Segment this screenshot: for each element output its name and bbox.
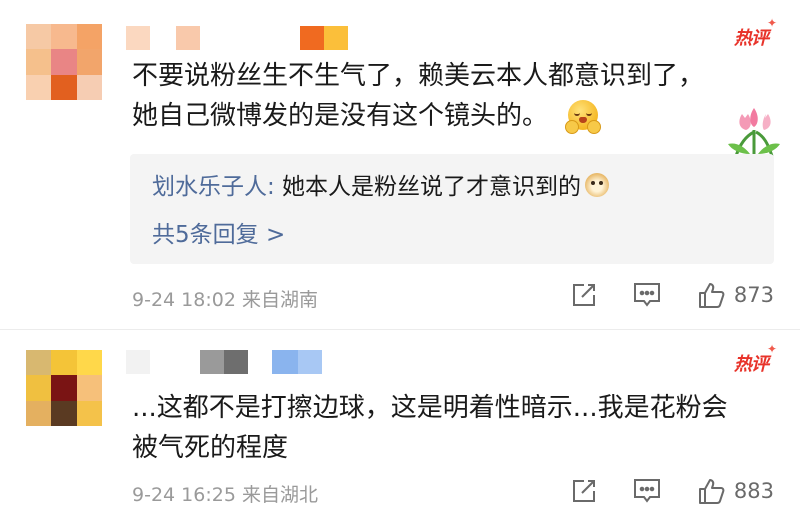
- thumbs-up-icon: [698, 283, 725, 308]
- comment-location: 来自湖北: [241, 484, 318, 506]
- sparkle-icon: ✦: [766, 342, 777, 356]
- reply-text: 划水乐子人: 她本人是粉丝说了才意识到的: [152, 170, 610, 204]
- comment-icon: [633, 283, 660, 307]
- comment-item: 热评 ✦ ...这都不是打擦边球，这是明着性暗示...我是花粉会 被气死的程度 9…: [0, 330, 800, 511]
- share-icon: [572, 480, 595, 502]
- comment-text: 不要说粉丝生不生气了，赖美云本人都意识到了， 她自己微博发的是没有这个镜头的。: [132, 56, 772, 136]
- comment-text: ...这都不是打擦边球，这是明着性暗示...我是花粉会 被气死的程度: [132, 388, 772, 468]
- doge-emoji-icon: [585, 173, 610, 197]
- view-replies-link[interactable]: 共5条回复 >: [152, 218, 285, 252]
- comment-text-line: ...这都不是打擦边球，这是明着性暗示...我是花粉会: [132, 393, 728, 423]
- reply-preview[interactable]: 划水乐子人: 她本人是粉丝说了才意识到的 共5条回复 >: [130, 154, 774, 264]
- avatar[interactable]: [26, 350, 102, 426]
- username[interactable]: [126, 26, 348, 50]
- comment-meta: 9-24 18:02 来自湖南: [132, 285, 318, 312]
- share-icon: [572, 284, 595, 306]
- avatar[interactable]: [26, 24, 102, 100]
- comment-text-line: 被气死的程度: [132, 433, 289, 463]
- comment-location: 来自湖南: [241, 289, 318, 311]
- blushing-face-emoji-icon: [565, 100, 602, 134]
- share-button[interactable]: [570, 477, 598, 505]
- comment-text-line: 不要说粉丝生不生气了，赖美云本人都意识到了，: [132, 61, 705, 91]
- hot-comment-badge: 热评 ✦: [734, 16, 777, 49]
- comment-icon: [633, 479, 660, 503]
- share-button[interactable]: [570, 281, 598, 309]
- comment-text-line: 她自己微博发的是没有这个镜头的。: [132, 96, 772, 136]
- reply-username[interactable]: 划水乐子人:: [152, 174, 275, 200]
- comment-button[interactable]: [632, 477, 662, 505]
- username[interactable]: [126, 350, 322, 374]
- like-button[interactable]: 873: [696, 280, 774, 310]
- comment-actions: 883: [536, 476, 774, 506]
- like-count: 873: [733, 283, 774, 307]
- like-button[interactable]: 883: [696, 476, 774, 506]
- comment-meta: 9-24 16:25 来自湖北: [132, 480, 318, 507]
- like-count: 883: [733, 479, 774, 503]
- hot-comment-badge: 热评 ✦: [734, 342, 777, 375]
- tulip-decoration-icon: [728, 108, 780, 157]
- comment-button[interactable]: [632, 281, 662, 309]
- sparkle-icon: ✦: [766, 16, 777, 30]
- comment-actions: 873: [536, 280, 774, 310]
- thumbs-up-icon: [698, 479, 725, 504]
- comment-item: 热评 ✦ 不要说粉丝生不生气了，赖美云本人都意识到了， 她自己微博发的是没有这个镜…: [0, 0, 800, 330]
- comment-time: 9-24 18:02: [132, 289, 236, 311]
- comment-time: 9-24 16:25: [132, 484, 236, 506]
